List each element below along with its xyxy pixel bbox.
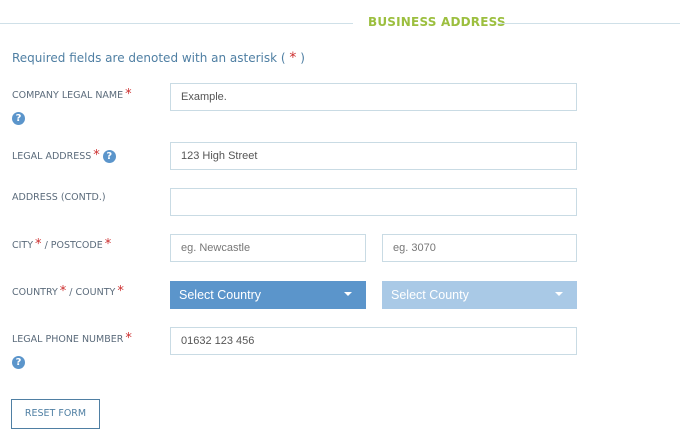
address-contd-label: ADDRESS (CONTD.) xyxy=(12,192,106,203)
question-circle-icon[interactable]: ? xyxy=(12,112,25,125)
required-asterisk: * xyxy=(125,87,132,102)
required-fields-note: Required fields are denoted with an aste… xyxy=(12,50,305,66)
question-circle-icon[interactable]: ? xyxy=(12,356,25,369)
legal-phone-input[interactable]: 01632 123 456 xyxy=(170,327,577,355)
country-select[interactable]: Select Country xyxy=(170,281,366,309)
section-header: BUSINESS ADDRESS xyxy=(0,12,680,34)
county-label-text: COUNTY xyxy=(75,287,116,298)
required-asterisk: * xyxy=(104,237,112,252)
note-text-before: Required fields are denoted with an aste… xyxy=(12,51,290,65)
country-label-text: COUNTRY xyxy=(12,287,58,298)
postcode-input[interactable]: eg. 3070 xyxy=(382,234,577,262)
divider-left xyxy=(0,23,353,24)
reset-form-button[interactable]: RESET FORM xyxy=(11,399,100,429)
question-circle-icon[interactable]: ? xyxy=(102,150,116,163)
label-separator: / xyxy=(66,287,76,298)
company-legal-name-label: COMPANY LEGAL NAME * xyxy=(12,87,132,102)
city-input[interactable]: eg. Newcastle xyxy=(170,234,366,262)
legal-phone-label: LEGAL PHONE NUMBER * xyxy=(12,331,132,346)
country-select-value: Select Country xyxy=(179,288,261,302)
legal-address-label: LEGAL ADDRESS * ? xyxy=(12,148,116,163)
required-asterisk: * xyxy=(117,284,124,299)
county-select-value: Select County xyxy=(391,288,469,302)
section-title: BUSINESS ADDRESS xyxy=(368,15,506,29)
caret-down-icon xyxy=(344,292,352,296)
address-contd-input[interactable] xyxy=(170,188,577,216)
caret-down-icon xyxy=(555,292,563,296)
company-legal-name-help[interactable]: ? xyxy=(12,106,25,125)
company-legal-name-input[interactable]: Example. xyxy=(170,83,577,111)
city-label-text: CITY xyxy=(12,240,34,251)
postcode-label-text: POSTCODE xyxy=(50,240,103,251)
legal-phone-help[interactable]: ? xyxy=(12,350,25,369)
note-text-after: ) xyxy=(296,51,305,65)
required-asterisk: * xyxy=(93,148,100,163)
county-select[interactable]: Select County xyxy=(382,281,577,309)
legal-phone-label-text: LEGAL PHONE NUMBER xyxy=(12,334,124,345)
legal-address-label-text: LEGAL ADDRESS xyxy=(12,151,92,162)
divider-right xyxy=(498,23,680,24)
city-postcode-label: CITY * / POSTCODE * xyxy=(12,237,111,252)
label-separator: / xyxy=(41,240,51,251)
country-county-label: COUNTRY * / COUNTY * xyxy=(12,284,124,299)
required-asterisk: * xyxy=(125,331,132,346)
company-legal-name-label-text: COMPANY LEGAL NAME xyxy=(12,90,124,101)
legal-address-input[interactable]: 123 High Street xyxy=(170,142,577,170)
